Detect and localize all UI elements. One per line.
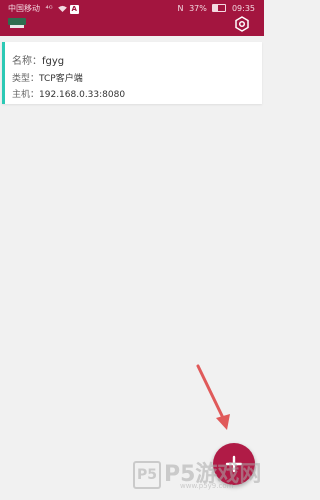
watermark-subtext: www.p5y9.com: [180, 482, 234, 490]
type-label: 类型：: [12, 74, 40, 84]
battery-percent: 37%: [189, 4, 207, 13]
watermark-logo: P5: [133, 461, 161, 489]
app-logo-icon: [8, 18, 26, 28]
connection-card[interactable]: 名称：fgyg 类型：TCP客户端 主机：192.168.0.33:8080: [2, 42, 262, 104]
name-label: 名称：: [12, 56, 42, 67]
signal-icon: ⁴ᴳ: [45, 4, 53, 13]
host-label: 主机：: [12, 90, 40, 100]
status-bar: 中国移动 ⁴ᴳ A N 37% 09:35: [0, 0, 264, 18]
type-value: TCP客户端: [39, 74, 83, 84]
wifi-icon: [58, 5, 68, 12]
app-header: 中国移动 ⁴ᴳ A N 37% 09:35: [0, 0, 264, 36]
battery-icon: [212, 4, 227, 12]
name-value: fgyg: [42, 56, 65, 67]
card-accent-bar: [2, 42, 5, 104]
notification-app-icon: A: [69, 5, 79, 14]
status-left: 中国移动 ⁴ᴳ A: [8, 0, 82, 18]
host-value: 192.168.0.33:8080: [39, 90, 126, 100]
connection-name-row: 名称：fgyg: [12, 52, 64, 67]
watermark: P5 P5游戏网: [133, 456, 264, 500]
carrier-label: 中国移动: [8, 4, 40, 13]
nfc-icon: N: [177, 4, 184, 13]
pointer-arrow-icon: [196, 364, 230, 430]
connection-type-row: 类型：TCP客户端: [12, 71, 83, 84]
status-time: 09:35: [231, 4, 255, 13]
battery-fill: [213, 5, 218, 11]
connection-host-row: 主机：192.168.0.33:8080: [12, 87, 125, 100]
settings-icon[interactable]: [234, 16, 250, 32]
